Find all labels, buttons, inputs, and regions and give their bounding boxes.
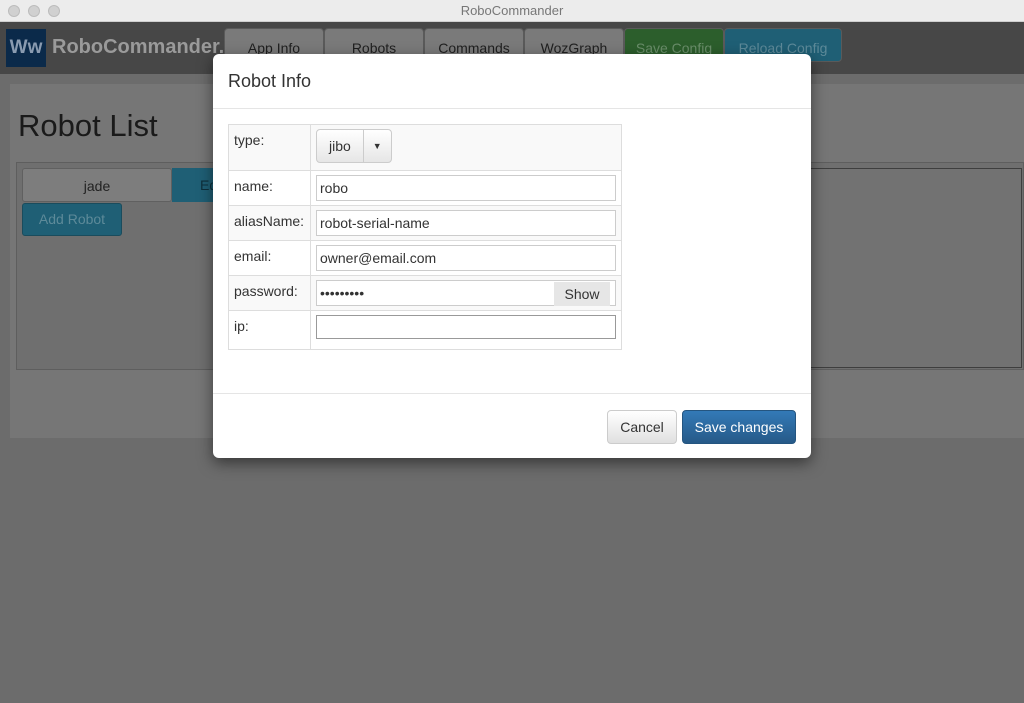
minimize-window-button[interactable] (28, 5, 40, 17)
close-window-button[interactable] (8, 5, 20, 17)
type-dropdown[interactable]: jibo ▼ (316, 129, 392, 163)
window-titlebar: RoboCommander (0, 0, 1024, 22)
caret-down-icon: ▼ (372, 141, 382, 151)
modal-title: Robot Info (213, 54, 811, 109)
password-label: password: (228, 275, 311, 311)
zoom-window-button[interactable] (48, 5, 60, 17)
type-value: jibo (317, 130, 364, 162)
alias-name-input[interactable]: robot-serial-name (316, 210, 616, 236)
name-input[interactable]: robo (316, 175, 616, 201)
page-title: Robot List (18, 108, 158, 143)
robot-info-modal: Robot Info type: jibo ▼ name: robo aliasN… (213, 54, 811, 458)
email-input[interactable]: owner@email.com (316, 245, 616, 271)
logo: Ww (6, 29, 46, 67)
type-label: type: (228, 124, 311, 171)
robot-config-textarea[interactable] (808, 168, 1022, 368)
alias-name-label: aliasName: (228, 205, 311, 241)
name-label: name: (228, 170, 311, 206)
window-controls[interactable] (8, 5, 60, 17)
show-password-button[interactable]: Show (554, 282, 610, 306)
robot-item-jade[interactable]: jade (22, 168, 172, 202)
ip-label: ip: (228, 310, 311, 350)
email-label: email: (228, 240, 311, 276)
add-robot-button[interactable]: Add Robot (22, 203, 122, 236)
robot-info-form: type: jibo ▼ name: robo aliasName: robot-… (228, 124, 622, 350)
window-title: RoboCommander (460, 3, 564, 18)
save-changes-button[interactable]: Save changes (682, 410, 796, 444)
ip-textarea[interactable] (316, 315, 616, 339)
modal-footer: Cancel Save changes (213, 393, 811, 458)
cancel-button[interactable]: Cancel (607, 410, 677, 444)
